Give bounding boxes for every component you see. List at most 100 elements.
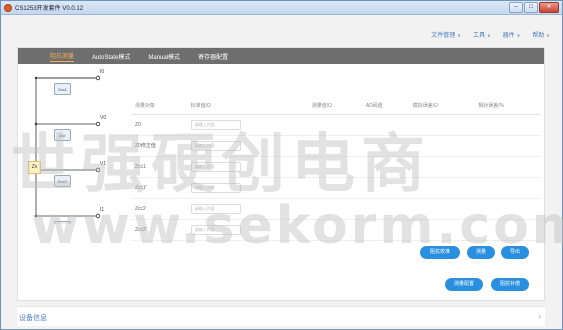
standard-input[interactable]: 请输入内容 — [190, 140, 241, 151]
col-measured: 测量值/Ω — [307, 98, 362, 115]
menu-bar: 文件管理 ∨ 工具 ∨ 器件 ∨ 帮助 ∨ — [431, 30, 550, 39]
standard-cell: 请输入内容 — [186, 198, 308, 220]
rel-error-cell — [474, 135, 541, 157]
chevron-down-icon: ∨ — [516, 33, 521, 39]
row-label: Z0 — [131, 114, 187, 136]
measured-cell — [307, 177, 362, 199]
table-row: Zcc2 请输入内容 — [131, 198, 541, 220]
chevron-down-icon: ∨ — [486, 33, 491, 39]
zx-element: Zx — [28, 161, 41, 174]
chevron-down-icon: ∨ — [546, 33, 550, 39]
measurement-table: 测量对象 标准值/Ω 测量值/Ω AD码值 模拟误差/Ω 相对误差/% Z0 请… — [131, 98, 541, 241]
row-label: Zcc2' — [131, 219, 187, 241]
col-adcode: AD码值 — [361, 98, 409, 115]
chevron-down-icon: ∨ — [457, 33, 461, 39]
tab-register-config[interactable]: 寄存器配置 — [198, 52, 228, 61]
sim-error-cell — [408, 135, 475, 157]
menu-device-label: 器件 — [502, 33, 515, 39]
sim-error-cell — [408, 198, 475, 220]
main-panel: 阻抗测量 AutoState模式 Manual模式 寄存器配置 I0 V0 V1… — [17, 47, 545, 301]
adcode-cell — [361, 135, 409, 157]
standard-input[interactable]: 请输入内容 — [190, 203, 241, 214]
row-label: Zcc2 — [131, 198, 187, 220]
rel-error-cell — [474, 177, 541, 199]
device-info-bar[interactable]: 设备信息 › — [17, 306, 545, 326]
row-label: Z0修正值 — [131, 135, 187, 157]
table-row: Zcc1' 请输入内容 — [131, 177, 541, 199]
menu-tools[interactable]: 工具 ∨ — [473, 30, 491, 39]
standard-input[interactable]: 请输入内容 — [190, 161, 241, 172]
zcc2-box — [54, 221, 71, 224]
row-label: Zcc1 — [131, 156, 187, 178]
table-row: Zcc2' 请输入内容 — [131, 219, 541, 241]
minimize-button[interactable]: – — [509, 2, 523, 13]
standard-input[interactable]: 请输入内容 — [190, 119, 241, 130]
tab-autostate-mode[interactable]: AutoState模式 — [92, 52, 130, 61]
zcc1-prime-box: Zcc' — [54, 129, 71, 141]
standard-input[interactable]: 请输入内容 — [190, 182, 241, 193]
col-rel-error: 相对误差/% — [474, 98, 541, 115]
table-row: Z0修正值 请输入内容 — [131, 135, 541, 157]
adcode-cell — [361, 198, 409, 220]
rel-error-cell — [474, 156, 541, 178]
sim-error-cell — [408, 219, 475, 241]
menu-tools-label: 工具 — [472, 33, 485, 39]
standard-cell: 请输入内容 — [186, 135, 308, 157]
measured-cell — [307, 219, 362, 241]
zcc2-prime-box: Zcc2' — [54, 175, 71, 187]
adcode-cell — [361, 219, 409, 241]
standard-cell: 请输入内容 — [186, 114, 308, 136]
calibrate-button[interactable]: 阻抗校准 — [420, 246, 460, 259]
menu-device[interactable]: 器件 ∨ — [503, 30, 521, 39]
tab-impedance-measure[interactable]: 阻抗测量 — [50, 51, 75, 62]
circuit-diagram: I0 V0 V1 I1 Zcc1 Zcc' Zcc2' Zx — [18, 64, 118, 224]
adcode-cell — [361, 156, 409, 178]
node-label-v0: V0 — [100, 115, 107, 121]
rel-error-cell — [474, 198, 541, 220]
measured-cell — [307, 135, 362, 157]
client-area: 文件管理 ∨ 工具 ∨ 器件 ∨ 帮助 ∨ 阻抗测量 AutoState模式 Manua… — [1, 15, 562, 329]
col-object: 测量对象 — [131, 98, 187, 115]
measure-config-button[interactable]: 测量配置 — [445, 278, 483, 291]
tab-manual-mode[interactable]: Manual模式 — [148, 52, 180, 61]
menu-file[interactable]: 文件管理 ∨ — [431, 30, 461, 39]
node-label-i1: I1 — [100, 207, 105, 213]
node-label-v1: V1 — [100, 161, 107, 167]
export-button[interactable]: 导出 — [501, 246, 529, 259]
standard-cell: 请输入内容 — [186, 156, 308, 178]
close-button[interactable]: ✕ — [539, 2, 559, 13]
rel-error-cell — [474, 114, 541, 136]
table-header-row: 测量对象 标准值/Ω 测量值/Ω AD码值 模拟误差/Ω 相对误差/% — [131, 98, 541, 115]
measured-cell — [307, 156, 362, 178]
sim-error-cell — [408, 156, 475, 178]
rel-error-cell — [474, 219, 541, 241]
window-controls: – □ ✕ — [509, 2, 559, 13]
measured-cell — [307, 198, 362, 220]
standard-cell: 请输入内容 — [186, 219, 308, 241]
maximize-button[interactable]: □ — [524, 2, 538, 13]
tab-bar: 阻抗测量 AutoState模式 Manual模式 寄存器配置 — [18, 48, 544, 64]
table-row: Z0 请输入内容 — [131, 114, 541, 136]
title-bar: CS1253开发套件 V0.0.12 – □ ✕ — [1, 1, 562, 15]
adcode-cell — [361, 114, 409, 136]
sim-error-cell — [408, 114, 475, 136]
col-standard: 标准值/Ω — [186, 98, 308, 115]
standard-cell: 请输入内容 — [186, 177, 308, 199]
table-row: Zcc1 请输入内容 — [131, 156, 541, 178]
menu-help[interactable]: 帮助 ∨ — [532, 30, 550, 39]
node-label-i0: I0 — [100, 69, 105, 75]
app-icon — [4, 3, 12, 12]
adcode-cell — [361, 177, 409, 199]
menu-help-label: 帮助 — [532, 33, 545, 39]
standard-input[interactable]: 请输入内容 — [190, 224, 241, 235]
row-label: Zcc1' — [131, 177, 187, 199]
measure-button[interactable]: 测量 — [467, 246, 495, 259]
compensate-button[interactable]: 阻抗补偿 — [491, 278, 529, 291]
measured-cell — [307, 114, 362, 136]
device-info-label: 设备信息 — [19, 315, 47, 322]
window-title: CS1253开发套件 V0.0.12 — [15, 6, 84, 12]
sim-error-cell — [408, 177, 475, 199]
app-window: CS1253开发套件 V0.0.12 – □ ✕ 文件管理 ∨ 工具 ∨ 器件 ∨ 帮… — [0, 0, 563, 330]
zcc1-box: Zcc1 — [54, 83, 71, 95]
chevron-right-icon[interactable]: › — [538, 312, 541, 321]
